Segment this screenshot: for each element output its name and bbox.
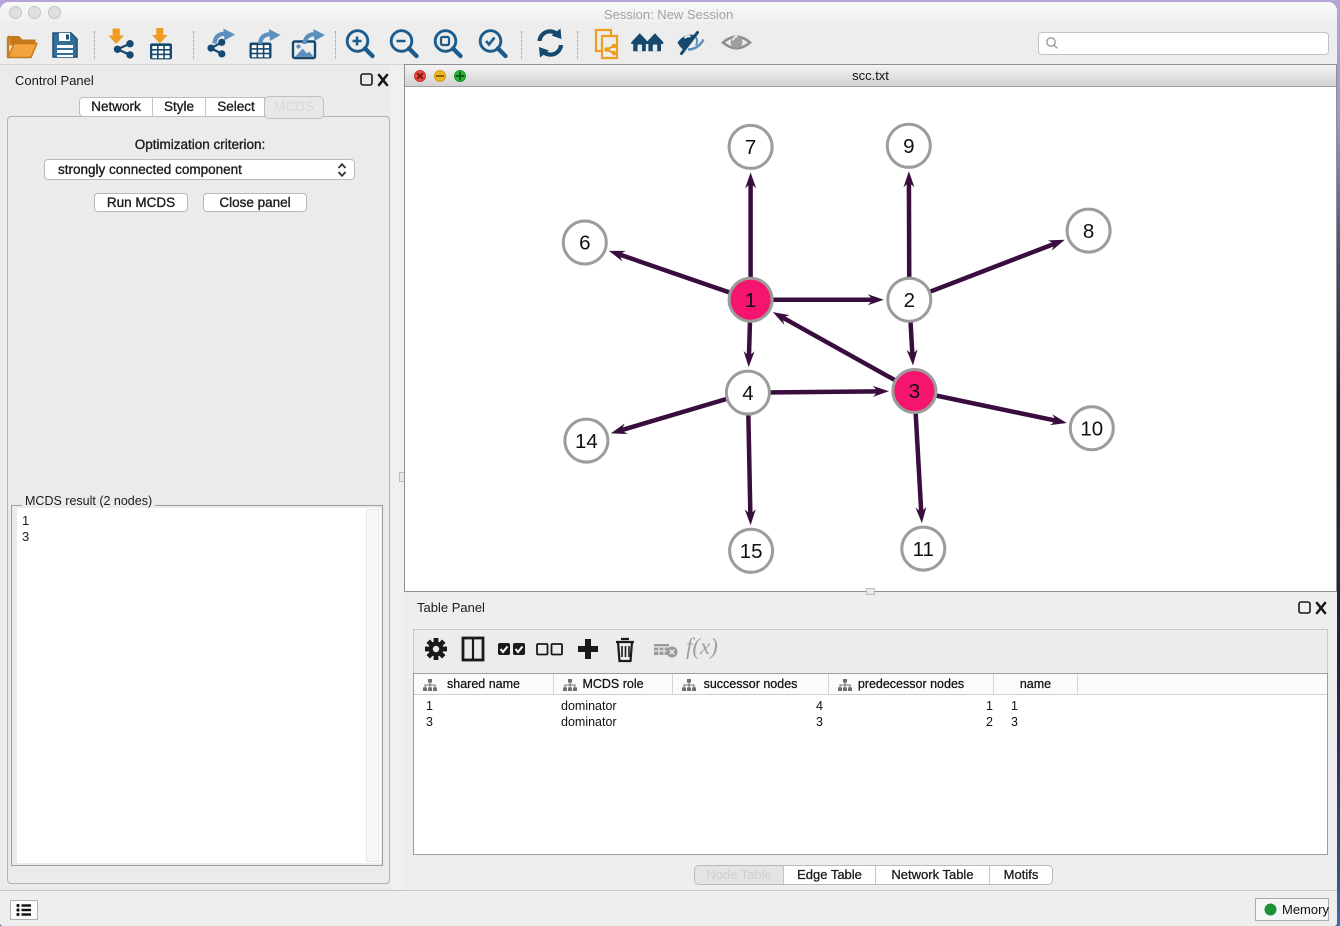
- svg-text:15: 15: [740, 540, 763, 563]
- svg-text:10: 10: [1080, 417, 1103, 440]
- svg-text:2: 2: [904, 289, 915, 312]
- svg-text:7: 7: [745, 136, 756, 159]
- svg-text:4: 4: [742, 382, 753, 405]
- svg-text:3: 3: [909, 380, 920, 403]
- svg-text:8: 8: [1083, 220, 1094, 243]
- svg-text:14: 14: [575, 430, 598, 453]
- svg-text:6: 6: [579, 232, 590, 255]
- svg-text:9: 9: [903, 135, 914, 158]
- svg-text:1: 1: [745, 289, 756, 312]
- svg-text:11: 11: [913, 538, 934, 561]
